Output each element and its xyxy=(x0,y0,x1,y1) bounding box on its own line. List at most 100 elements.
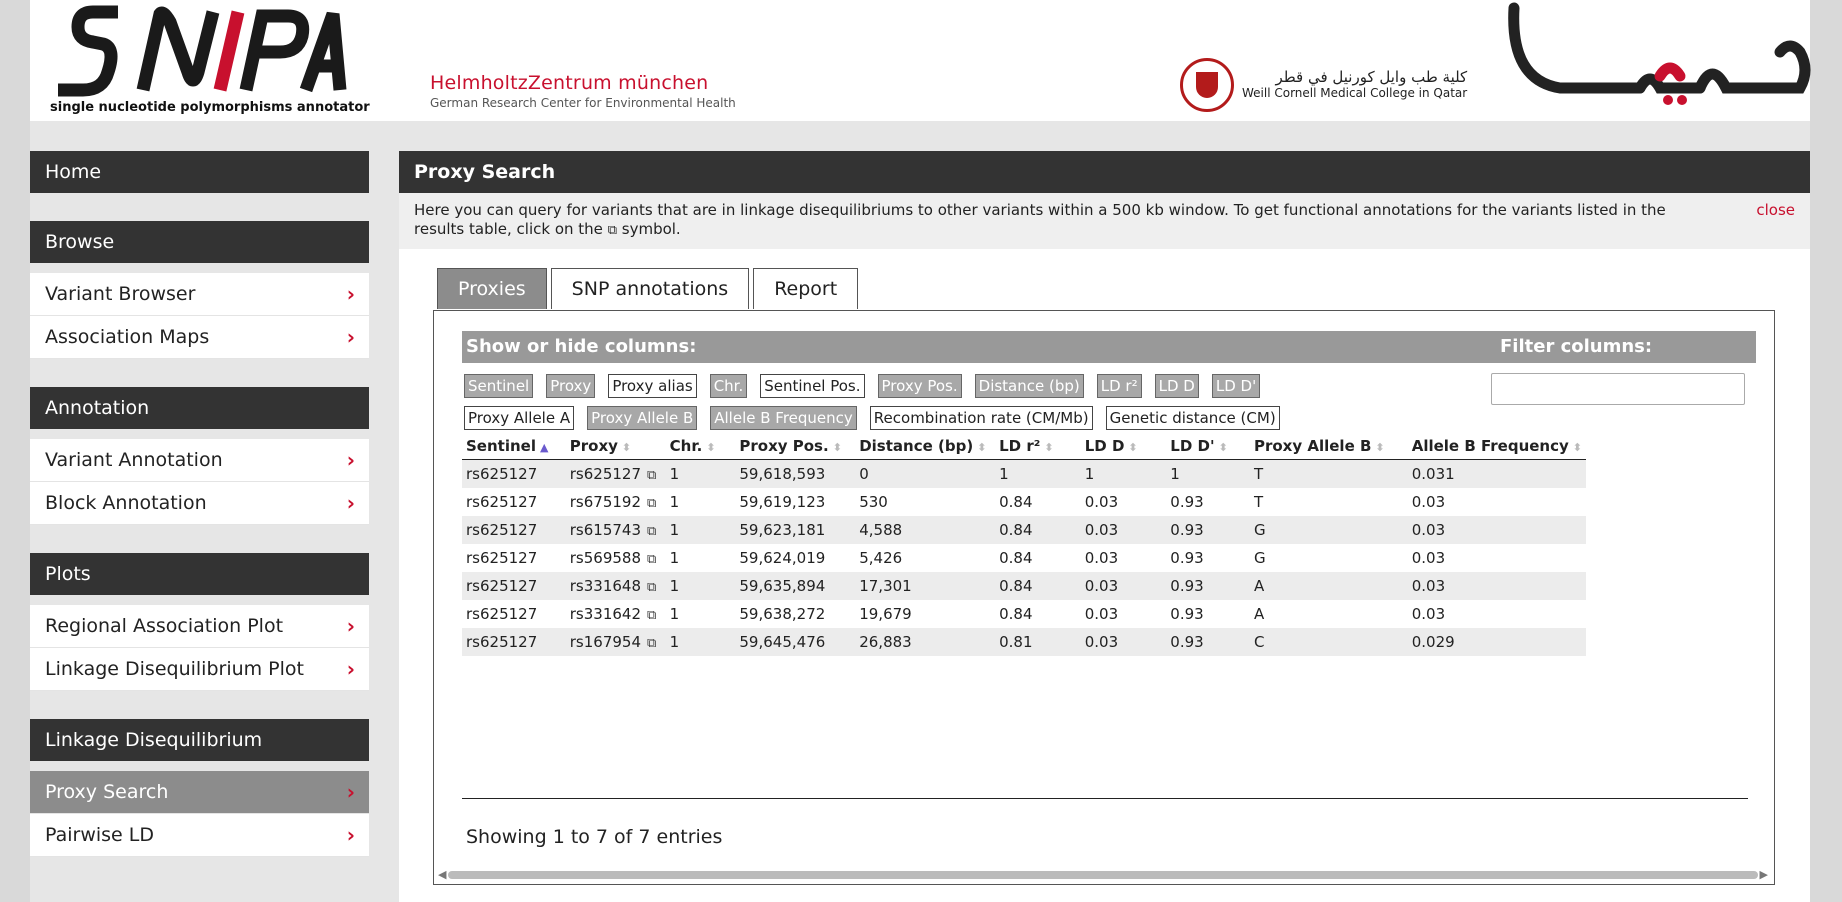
sort-icon: ⬍ xyxy=(621,441,632,454)
filter-input[interactable] xyxy=(1491,373,1745,405)
column-toggle[interactable]: Sentinel xyxy=(464,374,534,398)
column-toggle[interactable]: Proxy xyxy=(546,374,596,398)
column-toggle[interactable]: Chr. xyxy=(709,374,748,398)
tab-report[interactable]: Report xyxy=(753,268,859,309)
sidebar-item-variant-browser[interactable]: Variant Browser › xyxy=(30,273,369,316)
column-header[interactable]: Proxy Allele B ⬍ xyxy=(1249,433,1408,460)
sidebar-item-label: Variant Annotation xyxy=(45,449,223,471)
table-cell: 530 xyxy=(859,493,888,511)
sidebar-item-regional-association-plot[interactable]: Regional Association Plot › xyxy=(30,605,369,648)
tab-bar: Proxies SNP annotations Report xyxy=(437,268,859,309)
chevron-right-icon: › xyxy=(346,325,355,349)
column-toggle[interactable]: Proxy Allele B xyxy=(587,406,698,430)
chevron-right-icon: › xyxy=(346,448,355,472)
sidebar-item-proxy-search[interactable]: Proxy Search › xyxy=(30,771,369,814)
show-hide-label: Show or hide columns: xyxy=(466,336,697,357)
table-cell: 1 xyxy=(1080,459,1167,488)
table-row: rs625127 rs569588 ⧉ 1 59,624,019 5,426 0.84 0.0… xyxy=(462,544,1586,572)
helmholtz-logo[interactable]: HelmholtzZentrum münchen German Research… xyxy=(430,72,736,110)
column-header[interactable]: Proxy Pos. ⬍ xyxy=(735,433,856,460)
column-header[interactable]: Sentinel ▲ xyxy=(462,433,566,460)
table-cell: 59,623,181 xyxy=(735,516,856,544)
table-cell: rs675192 ⧉ xyxy=(569,493,657,511)
external-link-icon[interactable]: ⧉ xyxy=(647,496,656,511)
column-header[interactable]: Distance (bp) ⬍ xyxy=(855,433,996,460)
table-cell: 59,635,894 xyxy=(735,572,856,600)
table-cell: 0.84 xyxy=(999,605,1033,623)
external-link-icon[interactable]: ⧉ xyxy=(647,636,656,651)
sidebar-home[interactable]: Home xyxy=(30,151,369,193)
table-cell: 1 xyxy=(665,516,736,544)
table-cell: A xyxy=(1253,605,1265,623)
table-cell: 4,588 xyxy=(855,516,996,544)
column-header[interactable]: Proxy ⬍ xyxy=(565,433,666,460)
sort-icon: ⬍ xyxy=(1044,441,1054,454)
chevron-right-icon: › xyxy=(346,823,355,847)
sidebar-item-association-maps[interactable]: Association Maps › xyxy=(30,316,369,359)
table-cell: 0.031 xyxy=(1407,459,1586,488)
table-cell: 0.03 xyxy=(1407,572,1586,600)
external-link-icon[interactable]: ⧉ xyxy=(647,468,656,483)
scroll-right-icon[interactable]: ▶ xyxy=(1760,868,1768,881)
column-header[interactable]: Allele B Frequency ⬍ xyxy=(1407,433,1586,460)
proxies-panel: Show or hide columns: Filter columns: Se… xyxy=(433,310,1775,885)
horizontal-scrollbar[interactable]: ◀ ▶ xyxy=(438,868,1768,881)
sidebar-item-ld-plot[interactable]: Linkage Disequilibrium Plot › xyxy=(30,648,369,691)
weill-arabic-name: كلية طب وايل كورنيل في قطر xyxy=(1275,68,1468,86)
table-cell: G xyxy=(1249,516,1408,544)
column-toggle[interactable]: LD r² xyxy=(1096,374,1142,398)
table-cell: 0 xyxy=(855,459,996,488)
table-cell: rs625127 xyxy=(462,516,566,544)
scrollbar-thumb[interactable] xyxy=(448,871,1758,879)
table-cell: 1 xyxy=(1166,459,1250,488)
right-margin xyxy=(1810,0,1842,902)
column-header[interactable]: LD r² ⬍ xyxy=(995,433,1081,460)
external-link-icon[interactable]: ⧉ xyxy=(647,580,656,595)
table-cell: rs625127 xyxy=(462,459,566,488)
column-toggle[interactable]: Proxy alias xyxy=(608,374,697,398)
sidebar-item-label: Regional Association Plot xyxy=(45,615,284,637)
column-toggle[interactable]: Proxy Allele A xyxy=(464,406,575,430)
column-toggle[interactable]: Recombination rate (CM/Mb) xyxy=(869,406,1093,430)
tab-proxies[interactable]: Proxies xyxy=(437,268,547,309)
sort-icon: ⬍ xyxy=(706,441,716,454)
table-cell: rs331648 ⧉ xyxy=(565,572,666,600)
external-link-icon[interactable]: ⧉ xyxy=(647,524,656,539)
sidebar-item-block-annotation[interactable]: Block Annotation › xyxy=(30,482,369,525)
external-link-icon[interactable]: ⧉ xyxy=(647,552,656,567)
table-cell: 59,619,123 xyxy=(739,493,826,511)
column-toggle[interactable]: Distance (bp) xyxy=(974,374,1084,398)
external-link-icon[interactable]: ⧉ xyxy=(647,608,656,623)
table-cell: 0.81 xyxy=(995,628,1081,656)
column-header[interactable]: LD D ⬍ xyxy=(1080,433,1167,460)
column-toggle[interactable]: Genetic distance (CM) xyxy=(1105,406,1280,430)
table-cell: 0.93 xyxy=(1170,605,1204,623)
column-header[interactable]: LD D' ⬍ xyxy=(1166,433,1250,460)
sort-icon: ⬍ xyxy=(1375,441,1385,454)
column-toggle[interactable]: Sentinel Pos. xyxy=(760,374,865,398)
weill-cornell-logo[interactable]: كلية طب وايل كورنيل في قطر Weill Cornell… xyxy=(1180,58,1467,112)
sidebar-heading-plots: Plots xyxy=(30,553,369,595)
table-cell: T xyxy=(1249,459,1408,488)
column-header[interactable]: Chr. ⬍ xyxy=(665,433,736,460)
table-cell: 0.03 xyxy=(1411,605,1446,623)
column-toggle[interactable]: LD D xyxy=(1154,374,1199,398)
table-row: rs625127 rs615743 ⧉ 1 59,623,181 4,588 0.84 0.0… xyxy=(462,516,1586,544)
column-toggle[interactable]: Allele B Frequency xyxy=(710,406,857,430)
entries-info: Showing 1 to 7 of 7 entries xyxy=(466,826,723,848)
table-cell: 0.84 xyxy=(999,549,1033,567)
column-toggle[interactable]: Proxy Pos. xyxy=(877,374,962,398)
table-cell: 1 xyxy=(665,628,736,656)
table-cell: 17,301 xyxy=(855,572,996,600)
weill-english-name: Weill Cornell Medical College in Qatar xyxy=(1242,86,1468,100)
column-toggle[interactable]: LD D' xyxy=(1211,374,1261,398)
sidebar-item-pairwise-ld[interactable]: Pairwise LD › xyxy=(30,814,369,857)
scroll-left-icon[interactable]: ◀ xyxy=(438,868,446,881)
sidebar-heading-browse: Browse xyxy=(30,221,369,263)
close-link[interactable]: close xyxy=(1756,201,1795,220)
table-cell: 0.03 xyxy=(1080,572,1167,600)
sidebar-item-variant-annotation[interactable]: Variant Annotation › xyxy=(30,439,369,482)
table-cell: 1 xyxy=(669,605,680,623)
tab-snp-annotations[interactable]: SNP annotations xyxy=(550,268,750,309)
table-cell: rs331642 ⧉ xyxy=(569,605,657,623)
